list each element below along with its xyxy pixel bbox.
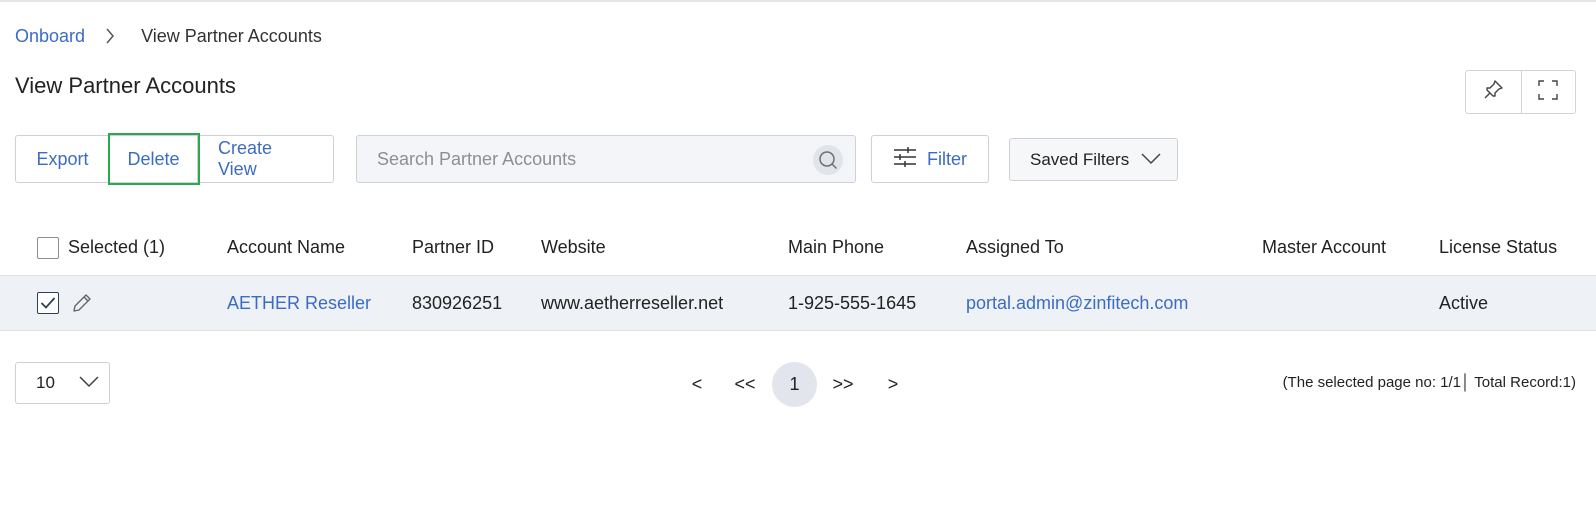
header-main-phone[interactable]: Main Phone bbox=[788, 220, 884, 275]
main-phone-value: 1-925-555-1645 bbox=[788, 292, 917, 313]
partner-accounts-table: Selected (1) Account Name Partner ID Web… bbox=[0, 220, 1596, 331]
export-button[interactable]: Export bbox=[15, 135, 110, 183]
sliders-icon bbox=[893, 146, 917, 173]
last-page-button[interactable]: >> bbox=[826, 362, 860, 406]
header-account-name[interactable]: Account Name bbox=[227, 220, 345, 275]
next-page-button[interactable]: > bbox=[876, 362, 910, 406]
header-website[interactable]: Website bbox=[541, 220, 606, 275]
check-icon bbox=[40, 297, 56, 309]
bulk-actions-group: Export Delete Create View bbox=[15, 133, 334, 185]
pin-icon bbox=[1482, 79, 1504, 106]
select-all-cell: Selected (1) bbox=[37, 220, 165, 275]
search-icon[interactable] bbox=[813, 145, 843, 175]
search-input[interactable] bbox=[377, 148, 797, 170]
select-all-checkbox[interactable] bbox=[37, 236, 59, 259]
view-actions-group bbox=[1465, 70, 1576, 114]
top-divider bbox=[0, 0, 1596, 2]
account-name-link[interactable]: AETHER Reseller bbox=[227, 276, 371, 330]
saved-filters-label: Saved Filters bbox=[1030, 149, 1130, 169]
header-master-account[interactable]: Master Account bbox=[1262, 220, 1386, 275]
fullscreen-button[interactable] bbox=[1520, 71, 1576, 113]
current-page-button[interactable]: 1 bbox=[772, 362, 817, 407]
filter-button[interactable]: Filter bbox=[871, 135, 989, 183]
create-view-button[interactable]: Create View bbox=[198, 135, 334, 183]
fullscreen-icon bbox=[1537, 79, 1559, 106]
header-assigned-to[interactable]: Assigned To bbox=[966, 220, 1064, 275]
delete-button[interactable]: Delete bbox=[108, 133, 200, 185]
breadcrumb: Onboard View Partner Accounts bbox=[15, 24, 322, 48]
prev-page-button[interactable]: < bbox=[680, 362, 714, 406]
search-box bbox=[356, 135, 856, 183]
chevron-down-icon bbox=[1141, 150, 1161, 170]
table-row: AETHER Reseller 830926251 www.aetherrese… bbox=[0, 276, 1596, 331]
row-actions-cell bbox=[37, 276, 93, 330]
license-status-value: Active bbox=[1439, 292, 1489, 313]
table-header-row: Selected (1) Account Name Partner ID Web… bbox=[0, 220, 1596, 276]
page-title: View Partner Accounts bbox=[15, 73, 236, 98]
saved-filters-dropdown[interactable]: Saved Filters bbox=[1009, 138, 1178, 181]
pin-button[interactable] bbox=[1466, 71, 1521, 113]
chevron-right-icon bbox=[105, 27, 115, 45]
filter-label: Filter bbox=[927, 148, 967, 169]
first-page-button[interactable]: << bbox=[728, 362, 762, 406]
chevron-down-icon bbox=[79, 373, 99, 393]
header-license-status[interactable]: License Status bbox=[1439, 220, 1557, 275]
page-size-value: 10 bbox=[36, 373, 55, 392]
header-partner-id[interactable]: Partner ID bbox=[412, 220, 494, 275]
assigned-to-link[interactable]: portal.admin@zinfitech.com bbox=[966, 276, 1188, 330]
row-checkbox[interactable] bbox=[37, 292, 59, 314]
header-selected: Selected (1) bbox=[68, 237, 166, 257]
breadcrumb-link-onboard[interactable]: Onboard bbox=[15, 26, 85, 47]
pagination: < << 1 >> > bbox=[680, 362, 910, 407]
website-value: www.aetherreseller.net bbox=[541, 292, 724, 313]
page-size-select[interactable]: 10 bbox=[15, 362, 110, 404]
pencil-icon[interactable] bbox=[71, 292, 93, 314]
page-record-info: (The selected page no: 1/1│ Total Record… bbox=[1282, 374, 1576, 391]
partner-id-value: 830926251 bbox=[412, 292, 503, 313]
breadcrumb-current: View Partner Accounts bbox=[141, 25, 322, 46]
